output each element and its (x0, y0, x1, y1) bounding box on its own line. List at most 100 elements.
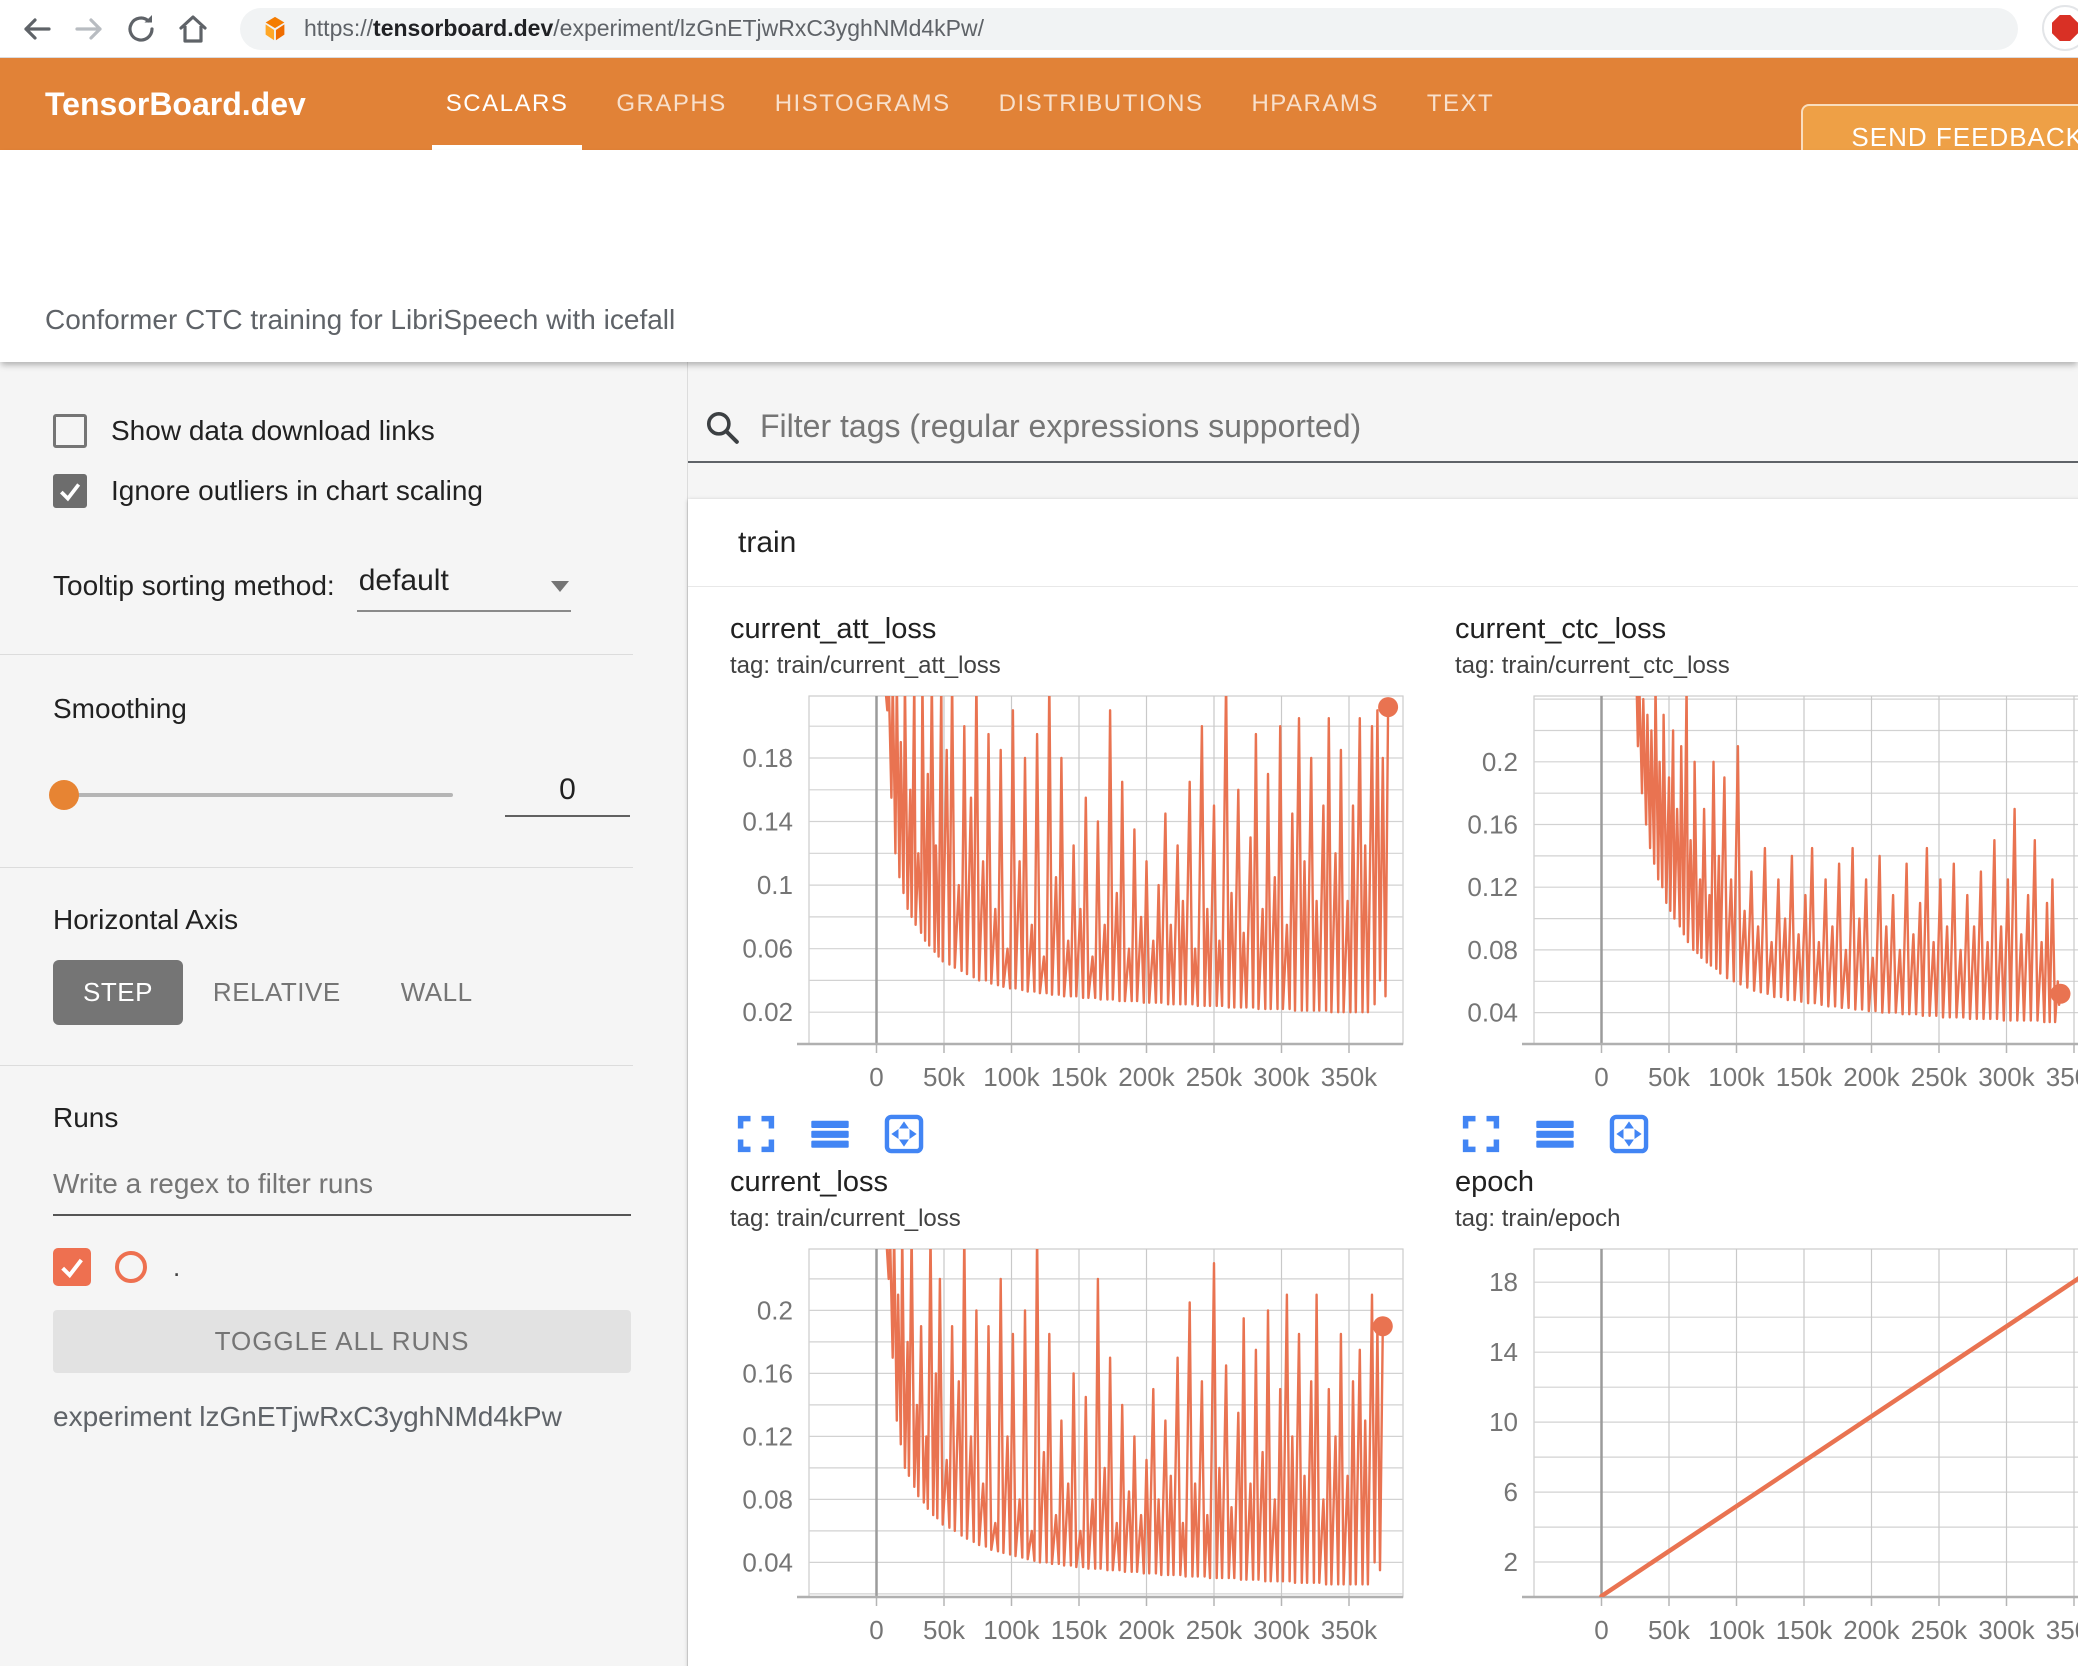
svg-text:200k: 200k (1118, 1062, 1175, 1092)
smoothing-slider[interactable] (49, 780, 453, 810)
app-logo[interactable]: TensorBoard.dev (45, 86, 306, 123)
svg-text:0.04: 0.04 (742, 1547, 793, 1577)
scalar-line-chart[interactable]: 0.02 0.06 0.1 0.14 0.18 0 50k 100k 150k 200k 250k 3… (704, 692, 1404, 1096)
tab-graphs[interactable]: GRAPHS (592, 58, 750, 150)
svg-text:350k: 350k (2046, 1615, 2078, 1645)
smoothing-slider-knob[interactable] (49, 780, 79, 810)
tooltip-sorting-select[interactable]: default (356, 564, 571, 612)
svg-text:50k: 50k (923, 1062, 966, 1092)
horizontal-axis-label: Horizontal Axis (53, 904, 239, 935)
back-icon[interactable] (20, 12, 54, 46)
fit-domain-icon[interactable] (1607, 1112, 1651, 1156)
chart-tag: tag: train/current_loss (730, 1205, 961, 1232)
chart-card: current_ctc_loss tag: train/current_ctc_l… (1429, 613, 2078, 1156)
svg-text:200k: 200k (1843, 1062, 1900, 1092)
main-panel: train current_att_loss tag: train/current… (688, 362, 2078, 1666)
checkmark-icon (61, 1258, 83, 1279)
chart-toolbar (704, 1112, 1404, 1156)
ignore-outliers-checkbox[interactable] (53, 474, 87, 508)
scalar-line-chart[interactable]: 0.04 0.08 0.12 0.16 0.2 0 50k 100k 150k 200k 250k 3… (1429, 692, 2078, 1096)
smoothing-label: Smoothing (53, 693, 187, 724)
smoothing-value[interactable]: 0 (505, 773, 630, 817)
axis-relative-button[interactable]: RELATIVE (183, 960, 371, 1025)
svg-text:200k: 200k (1118, 1615, 1175, 1645)
ignore-outliers-label: Ignore outliers in chart scaling (111, 475, 483, 506)
svg-text:300k: 300k (1978, 1615, 2035, 1645)
svg-text:0: 0 (869, 1615, 883, 1645)
chart-card: current_loss tag: train/current_loss 0.04 0… (704, 1166, 1404, 1666)
tab-text[interactable]: TEXT (1403, 58, 1518, 150)
svg-text:150k: 150k (1776, 1062, 1833, 1092)
tab-histograms[interactable]: HISTOGRAMS (751, 58, 975, 150)
svg-text:350k: 350k (1321, 1615, 1378, 1645)
scalar-line-chart[interactable]: 2 6 10 14 18 0 50k 100k 150k 200k 250k 300k 350k (1429, 1245, 2078, 1649)
run-name: . (173, 1251, 181, 1282)
chevron-down-icon (550, 580, 569, 592)
ignore-outliers-row: Ignore outliers in chart scaling (53, 468, 632, 514)
svg-text:300k: 300k (1253, 1615, 1310, 1645)
show-download-links-checkbox[interactable] (53, 414, 87, 448)
charts-grid: current_att_loss tag: train/current_att_l… (688, 587, 2078, 1666)
svg-text:18: 18 (1489, 1267, 1518, 1297)
chart-tag: tag: train/current_ctc_loss (1455, 652, 1730, 679)
horizontal-lines-icon[interactable] (1533, 1112, 1577, 1156)
svg-text:0.12: 0.12 (1467, 872, 1518, 902)
svg-text:0.14: 0.14 (742, 807, 793, 837)
chart-title: current_att_loss (730, 613, 937, 645)
home-icon[interactable] (176, 12, 210, 46)
svg-text:0: 0 (1594, 1062, 1608, 1092)
svg-text:0.08: 0.08 (1467, 935, 1518, 965)
reload-icon[interactable] (124, 12, 158, 46)
address-bar[interactable]: https://tensorboard.dev/experiment/lzGnE… (240, 7, 2018, 50)
fit-domain-icon[interactable] (882, 1112, 926, 1156)
extension-icon[interactable] (2042, 5, 2078, 51)
axis-wall-button[interactable]: WALL (371, 960, 503, 1025)
svg-text:6: 6 (1504, 1477, 1518, 1507)
svg-text:250k: 250k (1911, 1062, 1968, 1092)
svg-text:350k: 350k (2046, 1062, 2078, 1092)
tab-hparams[interactable]: HPARAMS (1227, 58, 1402, 150)
nav-tabs: SCALARS GRAPHS HISTOGRAMS DISTRIBUTIONS … (422, 58, 1518, 150)
svg-text:10: 10 (1489, 1407, 1518, 1437)
chart-title: epoch (1455, 1166, 1535, 1198)
run-color-swatch[interactable] (115, 1251, 147, 1283)
browser-toolbar: https://tensorboard.dev/experiment/lzGnE… (0, 0, 2078, 57)
forward-icon[interactable] (72, 12, 106, 46)
horizontal-axis-options: STEP RELATIVE WALL (53, 960, 632, 1025)
run-checkbox[interactable] (53, 1248, 91, 1286)
svg-text:50k: 50k (1648, 1062, 1691, 1092)
app-header: TensorBoard.dev SCALARS GRAPHS HISTOGRAM… (0, 57, 2078, 171)
runs-filter-input[interactable] (53, 1168, 631, 1216)
fullscreen-icon[interactable] (734, 1112, 778, 1156)
adblock-octagon-icon (2052, 15, 2078, 41)
tag-filter-row (688, 408, 2078, 463)
chart-toolbar (1429, 1112, 2078, 1156)
url-scheme: https:// (304, 15, 374, 41)
svg-text:100k: 100k (1708, 1062, 1765, 1092)
svg-text:300k: 300k (1978, 1062, 2035, 1092)
toggle-all-runs-button[interactable]: TOGGLE ALL RUNS (53, 1310, 631, 1373)
train-group-card: train current_att_loss tag: train/current… (688, 499, 2078, 1666)
chart-tag: tag: train/current_att_loss (730, 652, 1001, 679)
divider (0, 867, 633, 868)
group-header-train[interactable]: train (688, 499, 2078, 587)
tooltip-sorting-row: Tooltip sorting method: default (53, 564, 632, 612)
svg-text:250k: 250k (1186, 1615, 1243, 1645)
axis-step-button[interactable]: STEP (53, 960, 183, 1025)
settings-sidebar: Show data download links Ignore outliers… (0, 362, 688, 1666)
divider (0, 654, 633, 655)
svg-text:0.02: 0.02 (742, 997, 793, 1027)
svg-text:14: 14 (1489, 1337, 1518, 1367)
svg-text:150k: 150k (1051, 1615, 1108, 1645)
chart-tag: tag: train/epoch (1455, 1205, 1621, 1232)
experiment-subtitle-bar: Conformer CTC training for LibriSpeech w… (0, 150, 2078, 362)
tab-scalars[interactable]: SCALARS (422, 58, 593, 150)
tag-filter-input[interactable] (760, 408, 2078, 445)
scalar-line-chart[interactable]: 0.04 0.08 0.12 0.16 0.2 0 50k 100k 150k 200k 250k 3… (704, 1245, 1404, 1649)
svg-text:350k: 350k (1321, 1062, 1378, 1092)
svg-text:100k: 100k (983, 1615, 1040, 1645)
fullscreen-icon[interactable] (1459, 1112, 1503, 1156)
svg-text:150k: 150k (1051, 1062, 1108, 1092)
horizontal-lines-icon[interactable] (808, 1112, 852, 1156)
tab-distributions[interactable]: DISTRIBUTIONS (975, 58, 1228, 150)
